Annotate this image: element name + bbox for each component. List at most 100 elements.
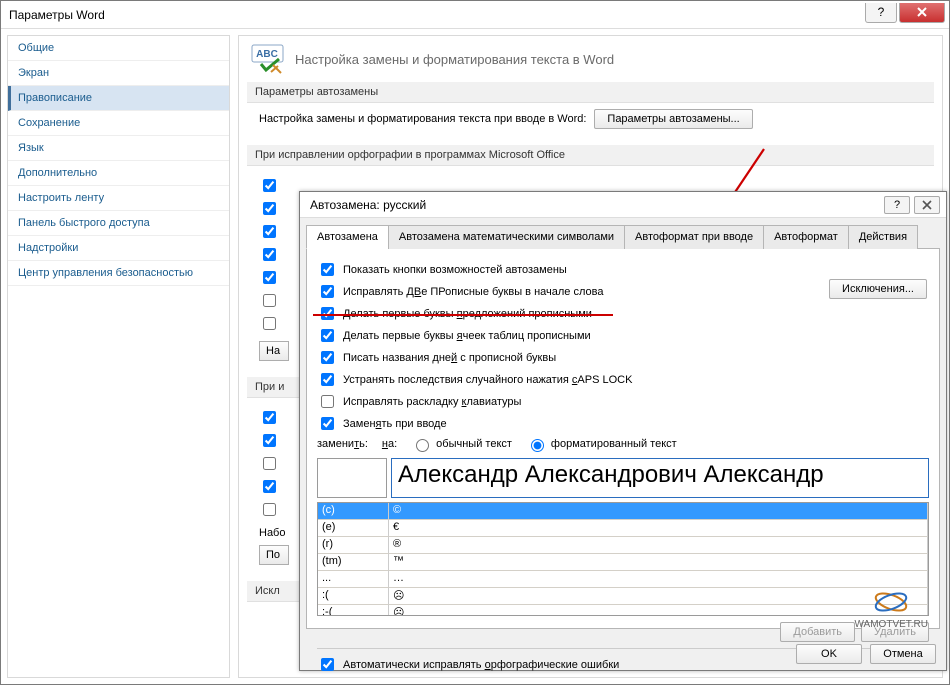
autocorrect-options-button[interactable]: Параметры автозамены... bbox=[594, 109, 752, 129]
bg-check-10[interactable] bbox=[263, 457, 276, 470]
grid-cell-val: ☹ bbox=[389, 588, 928, 605]
replace-label: заменить: bbox=[317, 438, 368, 450]
dialog-body: АвтозаменаАвтозамена математическими сим… bbox=[300, 218, 946, 635]
grid-row-1[interactable]: (e)€ bbox=[318, 520, 928, 537]
bg-check-2[interactable] bbox=[263, 202, 276, 215]
bg-check-12[interactable] bbox=[263, 503, 276, 516]
sidebar-item-7[interactable]: Панель быстрого доступа bbox=[8, 211, 229, 236]
with-label: на: bbox=[382, 438, 397, 450]
bg-check-6[interactable] bbox=[263, 294, 276, 307]
abc-check-icon: ABC bbox=[251, 44, 285, 74]
exceptions-button[interactable]: Исключения... bbox=[829, 279, 927, 299]
option-row-5: Устранять последствия случайного нажатия… bbox=[317, 370, 929, 389]
svg-text:ABC: ABC bbox=[256, 49, 278, 60]
grid-cell-key: (tm) bbox=[318, 554, 389, 571]
cancel-button[interactable]: Отмена bbox=[870, 644, 936, 664]
radio-formatted-text: форматированный текст bbox=[551, 438, 677, 450]
bg-check-3[interactable] bbox=[263, 225, 276, 238]
grid-row-6[interactable]: :-(☹ bbox=[318, 605, 928, 616]
close-icon bbox=[916, 6, 928, 18]
auto-spell-checkbox[interactable] bbox=[321, 658, 334, 671]
sidebar-item-3[interactable]: Сохранение bbox=[8, 111, 229, 136]
grid-row-3[interactable]: (tm)™ bbox=[318, 554, 928, 571]
sidebar-item-1[interactable]: Экран bbox=[8, 61, 229, 86]
grid-cell-val: … bbox=[389, 571, 928, 588]
option-row-0: Показать кнопки возможностей автозамены bbox=[317, 260, 929, 279]
panel-heading: ABC Настройка замены и форматирования те… bbox=[251, 44, 934, 74]
replacements-grid[interactable]: (c)©(e)€(r)®(tm)™...…:(☹:-(☹ bbox=[317, 502, 929, 616]
close-button[interactable] bbox=[899, 3, 945, 23]
tab-0[interactable]: Автозамена bbox=[306, 225, 389, 249]
sidebar-item-8[interactable]: Надстройки bbox=[8, 236, 229, 261]
tab-1[interactable]: Автозамена математическими символами bbox=[388, 225, 625, 249]
option-label-7: Заменять при вводе bbox=[343, 418, 447, 430]
option-label-0: Показать кнопки возможностей автозамены bbox=[343, 264, 567, 276]
bg-check-8[interactable] bbox=[263, 411, 276, 424]
grid-row-4[interactable]: ...… bbox=[318, 571, 928, 588]
panel-heading-text: Настройка замены и форматирования текста… bbox=[295, 52, 614, 67]
add-button[interactable]: Добавить bbox=[780, 622, 855, 642]
sidebar-item-2[interactable]: Правописание bbox=[8, 86, 229, 111]
option-checkbox-3[interactable] bbox=[321, 329, 334, 342]
sidebar-item-9[interactable]: Центр управления безопасностью bbox=[8, 261, 229, 286]
annotation-red-underline bbox=[313, 314, 613, 316]
tab-pane-autocorrect: Показать кнопки возможностей автозамены И… bbox=[306, 249, 940, 629]
radio-formatted[interactable] bbox=[531, 439, 544, 452]
bg-check-11[interactable] bbox=[263, 480, 276, 493]
grid-row-5[interactable]: :(☹ bbox=[318, 588, 928, 605]
option-label-5: Устранять последствия случайного нажатия… bbox=[343, 374, 632, 386]
option-label-1: Исправлять ДВе ПРописные буквы в начале … bbox=[343, 286, 603, 298]
bg-check-9[interactable] bbox=[263, 434, 276, 447]
option-checkbox-7[interactable] bbox=[321, 417, 334, 430]
grid-cell-val: € bbox=[389, 520, 928, 537]
ok-button[interactable]: OK bbox=[796, 644, 862, 664]
option-checkbox-0[interactable] bbox=[321, 263, 334, 276]
watermark-text: WAMOTVET.RU bbox=[854, 619, 928, 630]
option-checkbox-1[interactable] bbox=[321, 285, 334, 298]
with-input[interactable]: Александр Александрович Александр bbox=[391, 458, 929, 498]
tab-2[interactable]: Автоформат при вводе bbox=[624, 225, 764, 249]
option-label-4: Писать названия дней с прописной буквы bbox=[343, 352, 556, 364]
grid-cell-key: :-( bbox=[318, 605, 389, 616]
sidebar-item-0[interactable]: Общие bbox=[8, 36, 229, 61]
autocorrect-desc: Настройка замены и форматирования текста… bbox=[259, 113, 586, 125]
bg-check-1[interactable] bbox=[263, 179, 276, 192]
option-row-7: Заменять при вводе bbox=[317, 414, 929, 433]
window-controls: ? bbox=[863, 3, 945, 27]
grid-row-2[interactable]: (r)® bbox=[318, 537, 928, 554]
option-checkbox-5[interactable] bbox=[321, 373, 334, 386]
sidebar-item-5[interactable]: Дополнительно bbox=[8, 161, 229, 186]
close-icon bbox=[922, 200, 932, 210]
autocorrect-dialog: Автозамена: русский ? АвтозаменаАвтозаме… bbox=[299, 191, 947, 671]
replace-input-row: Александр Александрович Александр bbox=[317, 458, 929, 498]
section-autocorrect-params-body: Настройка замены и форматирования текста… bbox=[247, 103, 934, 139]
grid-cell-val: ® bbox=[389, 537, 928, 554]
truncated-button-1[interactable]: На bbox=[259, 341, 289, 361]
dialog-help-button[interactable]: ? bbox=[884, 196, 910, 214]
grid-cell-val: ™ bbox=[389, 554, 928, 571]
radio-formatted-label[interactable]: форматированный текст bbox=[526, 436, 677, 452]
watermark: WAMOTVET.RU bbox=[854, 585, 928, 630]
option-row-3: Делать первые буквы ячеек таблиц прописн… bbox=[317, 326, 929, 345]
section-autocorrect-params-title: Параметры автозамены bbox=[247, 82, 934, 103]
bg-check-7[interactable] bbox=[263, 317, 276, 330]
help-button[interactable]: ? bbox=[865, 3, 897, 23]
grid-cell-key: (e) bbox=[318, 520, 389, 537]
radio-plain[interactable] bbox=[416, 439, 429, 452]
tab-4[interactable]: Действия bbox=[848, 225, 918, 249]
tab-3[interactable]: Автоформат bbox=[763, 225, 849, 249]
grid-row-0[interactable]: (c)© bbox=[318, 503, 928, 520]
option-checkbox-6[interactable] bbox=[321, 395, 334, 408]
option-checkbox-4[interactable] bbox=[321, 351, 334, 364]
dialog-close-button[interactable] bbox=[914, 196, 940, 214]
sidebar: ОбщиеЭкранПравописаниеСохранениеЯзыкДопо… bbox=[7, 35, 230, 678]
truncated-button-2[interactable]: По bbox=[259, 545, 289, 565]
sidebar-item-6[interactable]: Настроить ленту bbox=[8, 186, 229, 211]
radio-plain-label[interactable]: обычный текст bbox=[411, 436, 512, 452]
auto-spell-label: Автоматически исправлять орфографические… bbox=[343, 659, 619, 671]
bg-check-5[interactable] bbox=[263, 271, 276, 284]
grid-buttons: Добавить Удалить bbox=[317, 616, 929, 642]
replace-input[interactable] bbox=[317, 458, 387, 498]
sidebar-item-4[interactable]: Язык bbox=[8, 136, 229, 161]
bg-check-4[interactable] bbox=[263, 248, 276, 261]
